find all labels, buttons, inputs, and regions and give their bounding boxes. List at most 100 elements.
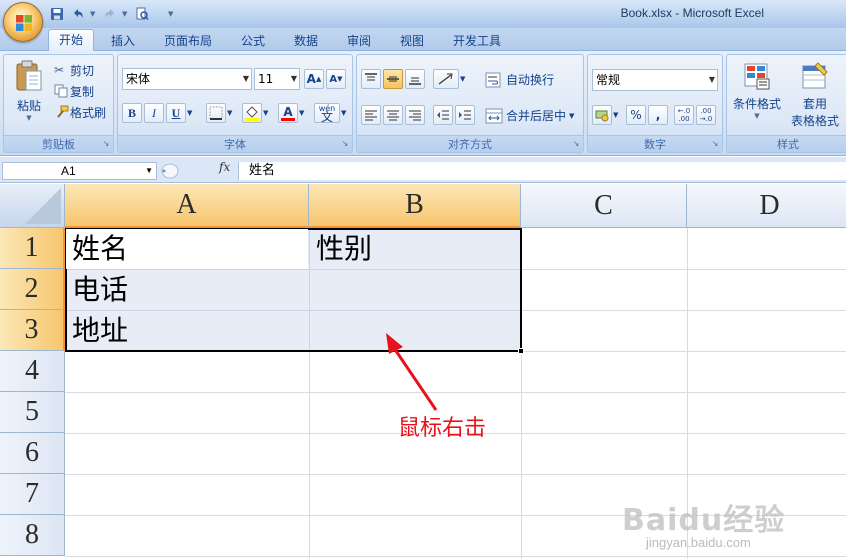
grow-font-button[interactable]: A ▲ (304, 69, 324, 89)
font-color-button[interactable]: A ▼ (278, 103, 304, 123)
font-size-combo[interactable]: 11 ▼ (254, 68, 300, 90)
format-painter-button[interactable]: 格式刷 (54, 103, 106, 121)
underline-button[interactable]: U ▼ (166, 103, 192, 123)
cell-a3[interactable]: 地址 (66, 311, 128, 351)
redo-icon[interactable] (101, 5, 119, 23)
formula-input[interactable]: 姓名 (238, 162, 846, 180)
font-group-label: 字体 (118, 135, 352, 152)
paste-icon (16, 60, 42, 91)
alignment-launcher-icon[interactable]: ↘ (571, 139, 581, 149)
select-all-corner[interactable] (0, 184, 65, 228)
clipboard-group-label: 剪贴板 (4, 135, 113, 152)
font-launcher-icon[interactable]: ↘ (340, 139, 350, 149)
column-header-d[interactable]: D (687, 184, 846, 228)
copy-label: 复制 (70, 84, 95, 99)
align-right-button[interactable] (405, 105, 425, 125)
name-box[interactable]: A1 ▼ (2, 162, 157, 180)
phonetic-dropdown-icon[interactable]: ▼ (341, 109, 346, 117)
borders-button[interactable]: ▼ (206, 103, 232, 123)
align-center-button[interactable] (383, 105, 403, 125)
decrease-decimal-button[interactable]: .00 →.0 (696, 105, 716, 125)
column-header-b[interactable]: B (309, 184, 521, 228)
borders-dropdown-icon[interactable]: ▼ (227, 109, 232, 117)
bold-button[interactable]: B (122, 103, 142, 123)
formula-bar: A1 ▼ fx 姓名 (0, 157, 846, 183)
conditional-format-button[interactable]: 条件格式 ▼ (729, 61, 785, 120)
fill-color-dropdown-icon[interactable]: ▼ (263, 109, 268, 117)
cell-a1[interactable]: 姓名 (66, 229, 128, 269)
row-header-4[interactable]: 4 (0, 351, 65, 392)
cell-b1[interactable]: 性别 (310, 229, 372, 269)
cell-a2[interactable]: 电话 (66, 270, 128, 310)
column-header-a[interactable]: A (65, 184, 309, 228)
decrease-indent-button[interactable] (433, 105, 453, 125)
number-format-combo[interactable]: 常规 ▼ (592, 69, 718, 91)
tab-home[interactable]: 开始 (48, 29, 95, 52)
phonetic-button[interactable]: wén 文 ▼ (314, 103, 346, 123)
percent-icon: % (626, 105, 646, 125)
shrink-font-button[interactable]: A ▼ (326, 69, 346, 89)
increase-indent-button[interactable] (455, 105, 475, 125)
tab-developer[interactable]: 开发工具 (443, 31, 511, 51)
number-launcher-icon[interactable]: ↘ (710, 139, 720, 149)
row-header-1[interactable]: 1 (0, 228, 65, 269)
row-header-5[interactable]: 5 (0, 392, 65, 433)
increase-decimal-icon: ←.0.00 (674, 105, 694, 125)
format-as-table-button[interactable]: 套用 表格格式 (785, 61, 845, 129)
tab-review[interactable]: 审阅 (337, 31, 381, 51)
paint-bucket-icon (242, 103, 262, 123)
align-left-button[interactable] (361, 105, 381, 125)
cut-button[interactable]: ✂ 剪切 (54, 61, 94, 79)
merge-center-dropdown-icon[interactable]: ▼ (569, 112, 574, 120)
insert-function-icon[interactable]: fx (219, 160, 230, 174)
accounting-format-button[interactable]: ▼ (592, 105, 618, 125)
row-header-8[interactable]: 8 (0, 515, 65, 556)
font-color-dropdown-icon[interactable]: ▼ (299, 109, 304, 117)
row-header-7[interactable]: 7 (0, 474, 65, 515)
font-name-combo[interactable]: 宋体 ▼ (122, 68, 252, 90)
tab-page-layout[interactable]: 页面布局 (154, 31, 222, 51)
font-size-value: 11 (258, 72, 274, 86)
align-bottom-button[interactable] (405, 69, 425, 89)
increase-decimal-button[interactable]: ←.0.00 (674, 105, 694, 125)
fill-handle[interactable] (518, 348, 524, 354)
undo-dropdown-icon[interactable]: ▼ (90, 10, 98, 18)
align-middle-button[interactable] (383, 69, 403, 89)
clipboard-launcher-icon[interactable]: ↘ (101, 139, 111, 149)
orientation-dropdown-icon[interactable]: ▼ (460, 75, 465, 83)
row-header-6[interactable]: 6 (0, 433, 65, 474)
row-header-2[interactable]: 2 (0, 269, 65, 310)
office-button[interactable] (3, 2, 43, 42)
alignment-group: ▼ 自动换行 合并后居中 ▼ 对齐方式 ↘ (356, 54, 584, 153)
tab-data[interactable]: 数据 (284, 31, 328, 51)
wrap-text-button[interactable]: 自动换行 (485, 71, 554, 88)
orientation-button[interactable]: ▼ (433, 69, 465, 89)
undo-icon[interactable] (69, 5, 87, 23)
underline-dropdown-icon[interactable]: ▼ (187, 109, 192, 117)
row-header-3[interactable]: 3 (0, 310, 65, 351)
name-box-dropdown-icon[interactable]: ▼ (145, 163, 153, 179)
gridline (65, 392, 846, 393)
percent-button[interactable]: % (626, 105, 646, 125)
column-header-c[interactable]: C (521, 184, 687, 228)
paste-button[interactable]: 粘贴 ▼ (10, 59, 48, 131)
tab-formulas[interactable]: 公式 (231, 31, 275, 51)
merge-center-button[interactable]: 合并后居中 ▼ (485, 107, 574, 124)
tab-insert[interactable]: 插入 (101, 31, 145, 51)
number-group-label: 数字 (588, 135, 722, 152)
decrease-decimal-icon: .00 →.0 (696, 105, 716, 125)
copy-button[interactable]: 复制 (54, 82, 94, 100)
accounting-dropdown-icon[interactable]: ▼ (613, 111, 618, 119)
customize-qat-icon[interactable]: ▼ (168, 10, 176, 18)
ribbon: 粘贴 ▼ ✂ 剪切 复制 格式刷 剪贴板 ↘ 宋体▼ 11▼ A▲ A▼ (0, 51, 846, 156)
fill-color-button[interactable]: ▼ (242, 103, 268, 123)
italic-button[interactable]: I (144, 103, 164, 123)
redo-dropdown-icon[interactable]: ▼ (122, 10, 130, 18)
print-preview-icon[interactable] (133, 5, 151, 23)
comma-button[interactable]: , (648, 105, 668, 125)
font-name-value: 宋体 (126, 72, 151, 86)
tab-view[interactable]: 视图 (390, 31, 434, 51)
increase-indent-icon (455, 105, 475, 125)
align-top-button[interactable] (361, 69, 381, 89)
save-icon[interactable] (48, 5, 66, 23)
